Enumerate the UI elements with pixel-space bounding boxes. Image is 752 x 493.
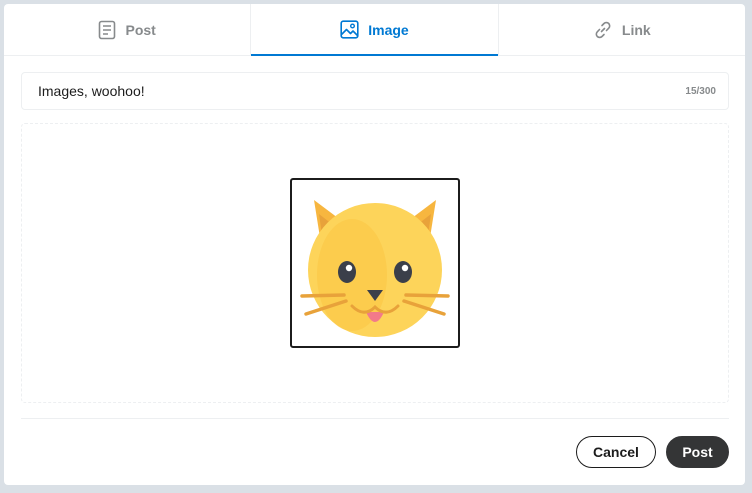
tab-post[interactable]: Post bbox=[4, 4, 252, 56]
tab-post-label: Post bbox=[125, 21, 156, 38]
cancel-button[interactable]: Cancel bbox=[576, 436, 656, 468]
post-button[interactable]: Post bbox=[666, 436, 729, 468]
tab-link[interactable]: Link bbox=[498, 4, 745, 56]
footer-divider bbox=[21, 418, 729, 419]
tab-image[interactable]: Image bbox=[251, 4, 499, 56]
tab-image-label: Image bbox=[368, 21, 409, 38]
title-input[interactable] bbox=[22, 73, 662, 109]
image-preview[interactable] bbox=[290, 178, 460, 348]
cat-face-icon bbox=[300, 200, 450, 337]
post-type-tabs: Post Image Link bbox=[4, 4, 745, 56]
post-icon bbox=[98, 20, 116, 40]
link-icon bbox=[593, 20, 613, 40]
title-char-count: 15/300 bbox=[685, 86, 716, 97]
tab-link-label: Link bbox=[621, 21, 651, 38]
title-field: 15/300 bbox=[21, 72, 729, 110]
image-icon bbox=[340, 20, 359, 39]
create-post-panel: Post Image Link 1 bbox=[4, 4, 745, 485]
image-dropzone[interactable] bbox=[21, 123, 729, 403]
